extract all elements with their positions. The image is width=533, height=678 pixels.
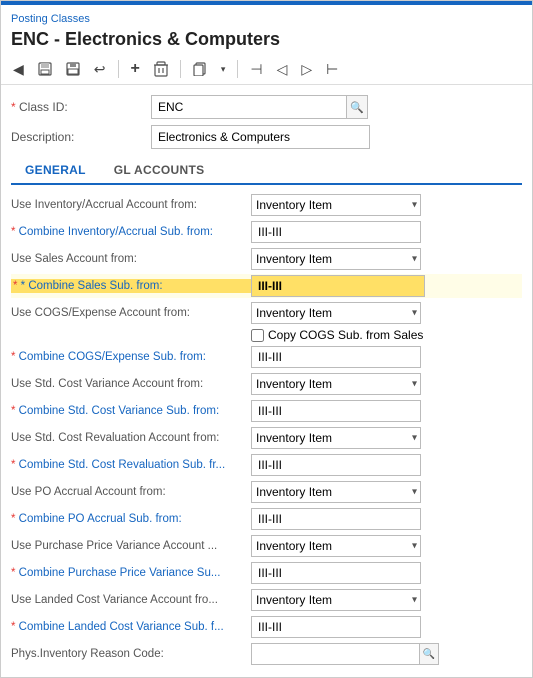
combine-std-cost-variance-sub-input[interactable] — [251, 400, 421, 422]
use-inventory-accrual-label: Use Inventory/Accrual Account from: — [11, 199, 251, 211]
phys-inventory-reason-search-btn[interactable]: 🔍 — [419, 643, 439, 665]
combine-purchase-price-variance-sub-input[interactable] — [251, 562, 421, 584]
use-std-cost-revaluation-row: Use Std. Cost Revaluation Account from: … — [11, 426, 522, 450]
use-inventory-accrual-row: Use Inventory/Accrual Account from: Inve… — [11, 193, 522, 217]
description-row: Description: — [11, 125, 522, 149]
prev-btn[interactable]: ◁ — [273, 59, 292, 80]
phys-inventory-reason-row: Phys.Inventory Reason Code: 🔍 — [11, 642, 522, 666]
combine-sales-sub-label: * Combine Sales Sub. from: — [11, 279, 251, 293]
combine-landed-cost-variance-sub-input[interactable] — [251, 616, 421, 638]
use-purchase-price-variance-row: Use Purchase Price Variance Account ... … — [11, 534, 522, 558]
use-po-accrual-dropdown-wrapper: Inventory Item Inventory Subaccount — [251, 481, 421, 503]
use-po-accrual-select[interactable]: Inventory Item Inventory Subaccount — [251, 481, 421, 503]
last-btn[interactable]: ⊢ — [322, 59, 342, 80]
use-landed-cost-variance-label: Use Landed Cost Variance Account fro... — [11, 594, 251, 606]
class-id-label: Class ID: — [11, 100, 151, 114]
delete-btn[interactable] — [150, 59, 172, 79]
combine-cogs-expense-sub-input[interactable] — [251, 346, 421, 368]
use-po-accrual-row: Use PO Accrual Account from: Inventory I… — [11, 480, 522, 504]
class-id-input[interactable] — [151, 95, 346, 119]
use-std-cost-variance-dropdown-wrapper: Inventory Item Inventory Subaccount — [251, 373, 421, 395]
page-title: ENC - Electronics & Computers — [1, 27, 532, 54]
use-sales-label: Use Sales Account from: — [11, 253, 251, 265]
use-purchase-price-variance-label: Use Purchase Price Variance Account ... — [11, 540, 251, 552]
combine-sales-sub-input[interactable] — [251, 275, 425, 297]
use-sales-select[interactable]: Inventory Item Inventory Subaccount — [251, 248, 421, 270]
use-inventory-accrual-dropdown-wrapper: Inventory Item Inventory Subaccount — [251, 194, 421, 216]
use-cogs-expense-label: Use COGS/Expense Account from: — [11, 307, 251, 319]
combine-cogs-expense-sub-row: Combine COGS/Expense Sub. from: — [11, 345, 522, 369]
first-btn[interactable]: ⊣ — [246, 59, 266, 80]
combine-inventory-accrual-sub-label: Combine Inventory/Accrual Sub. from: — [11, 226, 251, 238]
phys-inventory-reason-search-wrapper: 🔍 — [251, 643, 522, 665]
separator-1 — [118, 60, 119, 78]
combine-inventory-accrual-sub-input[interactable] — [251, 221, 421, 243]
combine-std-cost-revaluation-sub-row: Combine Std. Cost Revaluation Sub. fr... — [11, 453, 522, 477]
class-id-row: Class ID: 🔍 — [11, 95, 522, 119]
combine-landed-cost-variance-sub-row: Combine Landed Cost Variance Sub. f... — [11, 615, 522, 639]
use-sales-dropdown-wrapper: Inventory Item Inventory Subaccount — [251, 248, 421, 270]
use-std-cost-variance-label: Use Std. Cost Variance Account from: — [11, 378, 251, 390]
save-btn[interactable] — [62, 60, 84, 78]
use-std-cost-revaluation-label: Use Std. Cost Revaluation Account from: — [11, 432, 251, 444]
class-id-field-wrapper: 🔍 — [151, 95, 368, 119]
tab-general[interactable]: GENERAL — [11, 157, 100, 185]
use-std-cost-variance-select[interactable]: Inventory Item Inventory Subaccount — [251, 373, 421, 395]
add-btn[interactable]: + — [127, 58, 144, 80]
breadcrumb[interactable]: Posting Classes — [11, 13, 90, 25]
tabs: GENERAL GL ACCOUNTS — [11, 157, 522, 185]
use-inventory-accrual-select[interactable]: Inventory Item Inventory Subaccount — [251, 194, 421, 216]
use-std-cost-revaluation-select[interactable]: Inventory Item Inventory Subaccount — [251, 427, 421, 449]
copy-cogs-checkbox-row: Copy COGS Sub. from Sales — [11, 328, 522, 342]
phys-inventory-reason-input[interactable] — [251, 643, 419, 665]
use-sales-row: Use Sales Account from: Inventory Item I… — [11, 247, 522, 271]
separator-2 — [180, 60, 181, 78]
use-cogs-expense-dropdown-wrapper: Inventory Item Inventory Subaccount — [251, 302, 421, 324]
copy-btn[interactable] — [189, 60, 211, 78]
general-section: Use Inventory/Accrual Account from: Inve… — [11, 185, 522, 677]
combine-std-cost-revaluation-sub-input[interactable] — [251, 454, 421, 476]
toolbar: ◀ ↩ + ▾ ⊣ ◁ ▷ ⊢ — [1, 54, 532, 85]
breadcrumb-area: Posting Classes — [1, 5, 532, 27]
combine-po-accrual-sub-row: Combine PO Accrual Sub. from: — [11, 507, 522, 531]
use-purchase-price-variance-select[interactable]: Inventory Item Inventory Subaccount — [251, 535, 421, 557]
combine-inventory-accrual-sub-row: Combine Inventory/Accrual Sub. from: — [11, 220, 522, 244]
class-id-search-btn[interactable]: 🔍 — [346, 95, 368, 119]
use-po-accrual-label: Use PO Accrual Account from: — [11, 486, 251, 498]
combine-sales-sub-row: * Combine Sales Sub. from: — [11, 274, 522, 298]
combine-po-accrual-sub-input[interactable] — [251, 508, 421, 530]
use-landed-cost-variance-row: Use Landed Cost Variance Account fro... … — [11, 588, 522, 612]
use-purchase-price-variance-dropdown-wrapper: Inventory Item Inventory Subaccount — [251, 535, 421, 557]
phys-inventory-reason-label: Phys.Inventory Reason Code: — [11, 648, 251, 660]
description-label: Description: — [11, 130, 151, 144]
tab-gl-accounts[interactable]: GL ACCOUNTS — [100, 157, 219, 183]
use-std-cost-revaluation-dropdown-wrapper: Inventory Item Inventory Subaccount — [251, 427, 421, 449]
undo-btn[interactable]: ↩ — [90, 59, 110, 80]
use-cogs-expense-select[interactable]: Inventory Item Inventory Subaccount — [251, 302, 421, 324]
use-landed-cost-variance-dropdown-wrapper: Inventory Item Inventory Subaccount — [251, 589, 421, 611]
description-input[interactable] — [151, 125, 370, 149]
use-std-cost-variance-row: Use Std. Cost Variance Account from: Inv… — [11, 372, 522, 396]
combine-purchase-price-variance-sub-row: Combine Purchase Price Variance Su... — [11, 561, 522, 585]
separator-3 — [237, 60, 238, 78]
combine-std-cost-variance-sub-label: Combine Std. Cost Variance Sub. from: — [11, 405, 251, 417]
combine-po-accrual-sub-label: Combine PO Accrual Sub. from: — [11, 513, 251, 525]
back-btn[interactable]: ◀ — [9, 59, 28, 80]
copy-cogs-label: Copy COGS Sub. from Sales — [268, 328, 423, 342]
save-menu-btn[interactable] — [34, 60, 56, 78]
use-cogs-expense-row: Use COGS/Expense Account from: Inventory… — [11, 301, 522, 325]
combine-std-cost-revaluation-sub-label: Combine Std. Cost Revaluation Sub. fr... — [11, 459, 251, 471]
copy-dropdown-btn[interactable]: ▾ — [217, 62, 230, 77]
combine-std-cost-variance-sub-row: Combine Std. Cost Variance Sub. from: — [11, 399, 522, 423]
form-area: Class ID: 🔍 Description: GENERAL GL ACCO… — [1, 85, 532, 677]
next-btn[interactable]: ▷ — [297, 59, 316, 80]
copy-cogs-checkbox[interactable] — [251, 329, 264, 342]
combine-landed-cost-variance-sub-label: Combine Landed Cost Variance Sub. f... — [11, 621, 251, 633]
use-landed-cost-variance-select[interactable]: Inventory Item Inventory Subaccount — [251, 589, 421, 611]
combine-cogs-expense-sub-label: Combine COGS/Expense Sub. from: — [11, 351, 251, 363]
combine-purchase-price-variance-sub-label: Combine Purchase Price Variance Su... — [11, 567, 251, 579]
